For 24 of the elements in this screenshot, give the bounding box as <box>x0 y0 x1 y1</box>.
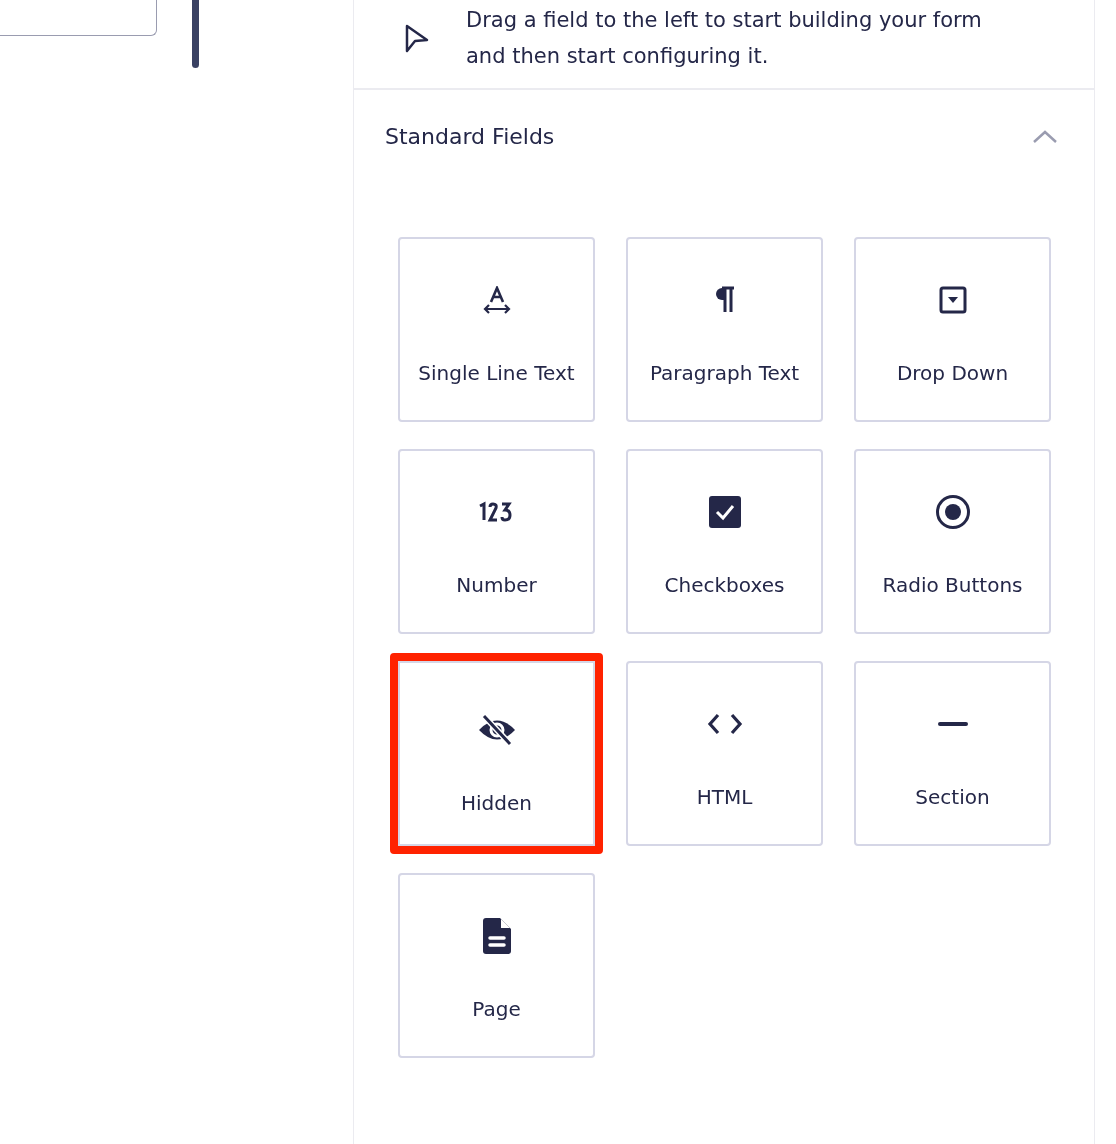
field-tile[interactable]: Number <box>398 449 595 634</box>
checkbox-icon <box>708 496 741 528</box>
hint-text: Drag a field to the left to start building your form and then start configuring it. <box>466 7 983 70</box>
code-icon <box>706 713 743 735</box>
field-tile[interactable]: Radio Buttons <box>854 449 1051 634</box>
input-field[interactable] <box>0 0 157 36</box>
field-tile[interactable]: Hidden <box>390 653 603 854</box>
text-icon <box>481 286 512 314</box>
dash-icon <box>937 722 968 726</box>
field-tile[interactable]: Section <box>854 661 1051 846</box>
resize-handle[interactable] <box>192 0 199 68</box>
field-tile[interactable]: HTML <box>626 661 823 846</box>
field-tile[interactable]: Page <box>398 873 595 1058</box>
pilcrow-icon <box>713 286 736 314</box>
section-title: Standard Fields <box>385 124 555 149</box>
field-tile[interactable]: Drop Down <box>854 237 1051 422</box>
dropdown-icon <box>938 286 967 314</box>
field-tile[interactable]: Checkboxes <box>626 449 823 634</box>
chevron-icon[interactable] <box>1032 129 1058 144</box>
cursor-icon <box>404 23 430 53</box>
field-tile[interactable]: Single Line Text <box>398 237 595 422</box>
field-tile[interactable]: Paragraph Text <box>626 237 823 422</box>
radio-icon <box>934 494 971 530</box>
document-icon <box>482 918 511 954</box>
